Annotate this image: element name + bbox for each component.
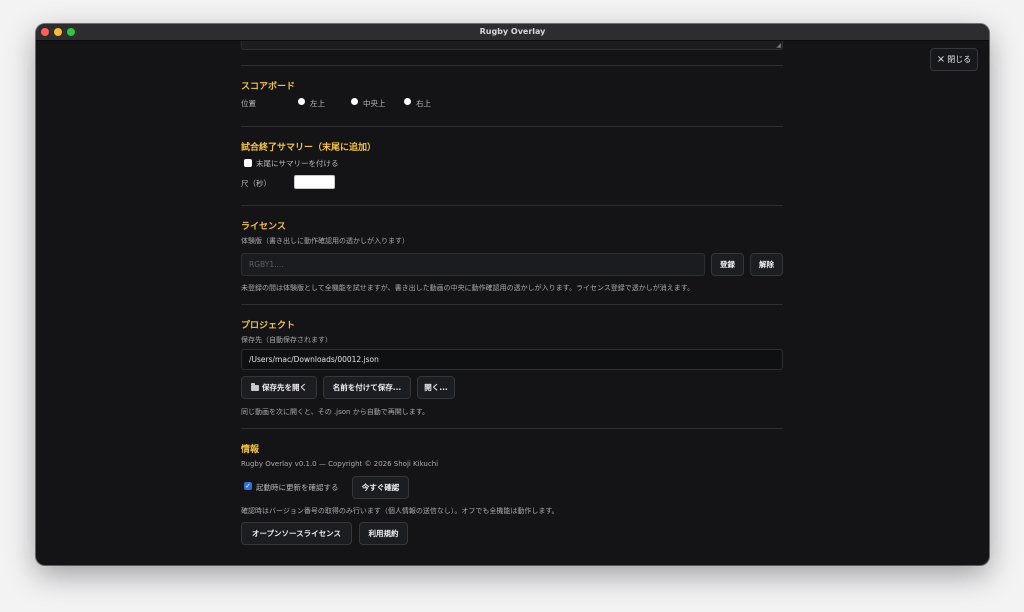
save-location-label: 保存先（自動保存されます）	[241, 336, 332, 344]
version-text: Rugby Overlay v0.1.0 — Copyright © 2026 …	[241, 460, 439, 468]
terms-button[interactable]: 利用規約	[359, 522, 408, 545]
app-window: Rugby Overlay × 閉じる ◢ スコアボード 位置 左上 中央上 右…	[36, 24, 989, 565]
section-divider	[241, 65, 783, 66]
info-note: 確認時はバージョン番号の取得のみ行います（個人情報の送信なし）。オフでも全機能は…	[241, 507, 559, 515]
release-button[interactable]: 解除	[750, 253, 783, 276]
license-heading: ライセンス	[241, 222, 286, 232]
save-as-button[interactable]: 名前を付けて保存...	[323, 376, 411, 399]
resize-grip-icon[interactable]: ◢	[776, 42, 781, 49]
oss-license-button[interactable]: オープンソースライセンス	[241, 522, 352, 545]
settings-panel: ◢ スコアボード 位置 左上 中央上 右上 試合終了サマリー（末尾に追加） 末尾…	[241, 41, 784, 565]
section-divider	[241, 205, 783, 206]
close-button-label: 閉じる	[947, 55, 972, 64]
register-button[interactable]: 登録	[711, 253, 744, 276]
section-divider	[241, 428, 783, 429]
radio-top-left[interactable]	[298, 98, 305, 105]
duration-label: 尺（秒）	[241, 179, 271, 188]
project-note: 同じ動画を次に開くと、その .json から自動で再開します。	[241, 408, 430, 416]
radio-top-center[interactable]	[351, 98, 358, 105]
check-now-button[interactable]: 今すぐ確認	[352, 476, 409, 499]
open-save-folder-button[interactable]: 保存先を開く	[241, 376, 317, 399]
summary-heading: 試合終了サマリー（末尾に追加）	[241, 143, 377, 153]
license-status: 体験版（書き出しに動作確認用の透かしが入ります）	[241, 237, 409, 245]
project-heading: プロジェクト	[241, 321, 296, 331]
radio-top-right-label[interactable]: 右上	[416, 98, 431, 109]
close-icon: ×	[936, 53, 946, 65]
section-divider	[241, 304, 783, 305]
duration-input[interactable]	[294, 175, 335, 189]
position-label: 位置	[241, 99, 256, 108]
folder-icon	[251, 383, 259, 391]
title-bar: Rugby Overlay	[36, 24, 989, 41]
save-path-field[interactable]: /Users/mac/Downloads/00012.json	[241, 349, 783, 370]
radio-top-left-label[interactable]: 左上	[310, 98, 325, 109]
summary-checkbox[interactable]	[244, 159, 252, 167]
summary-checkbox-label[interactable]: 末尾にサマリーを付ける	[256, 158, 339, 169]
update-check-label[interactable]: 起動時に更新を確認する	[256, 482, 339, 493]
notes-textarea[interactable]: ◢	[241, 41, 783, 50]
license-note: 未登録の間は体験版として全機能を試せますが、書き出した動画の中央に動作確認用の透…	[241, 284, 695, 292]
close-button[interactable]: × 閉じる	[930, 48, 978, 71]
scoreboard-heading: スコアボード	[241, 82, 296, 92]
license-key-input[interactable]: RGBY1....	[241, 253, 705, 276]
info-heading: 情報	[241, 445, 260, 455]
open-save-folder-label: 保存先を開く	[262, 383, 307, 392]
update-check-checkbox[interactable]: ✓	[244, 482, 252, 490]
open-button[interactable]: 開く...	[417, 376, 455, 399]
section-divider	[241, 126, 783, 127]
radio-top-center-label[interactable]: 中央上	[363, 98, 386, 109]
radio-top-right[interactable]	[404, 98, 411, 105]
window-title: Rugby Overlay	[479, 27, 546, 36]
